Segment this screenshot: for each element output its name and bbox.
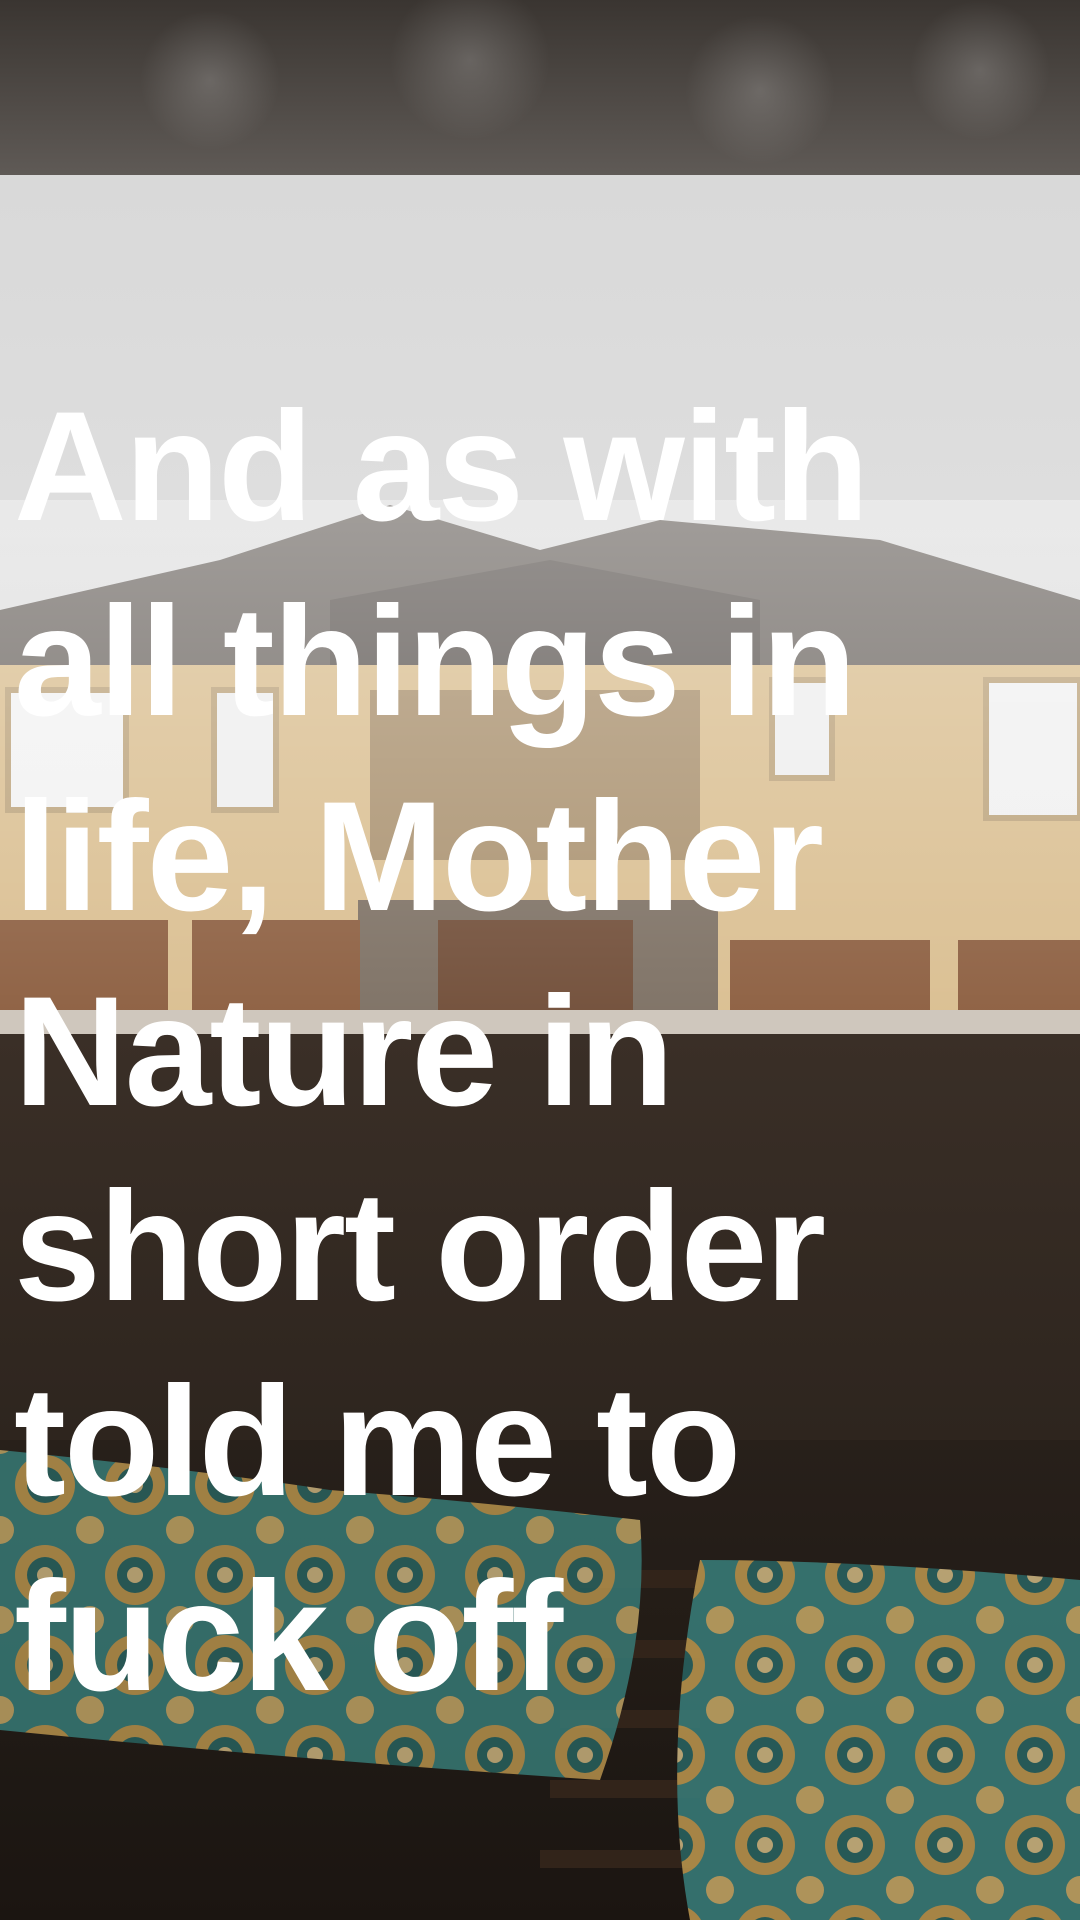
- caption-line: fuck off: [14, 1550, 563, 1724]
- caption-line: Nature in: [14, 965, 674, 1139]
- caption-line: short order: [14, 1160, 826, 1334]
- caption-line: And as with: [14, 380, 869, 554]
- caption-line: life, Mother: [14, 770, 824, 944]
- caption-text: And as with all things in life, Mother N…: [14, 370, 1074, 1735]
- caption-line: all things in: [14, 575, 857, 749]
- caption-line: told me to: [14, 1355, 741, 1529]
